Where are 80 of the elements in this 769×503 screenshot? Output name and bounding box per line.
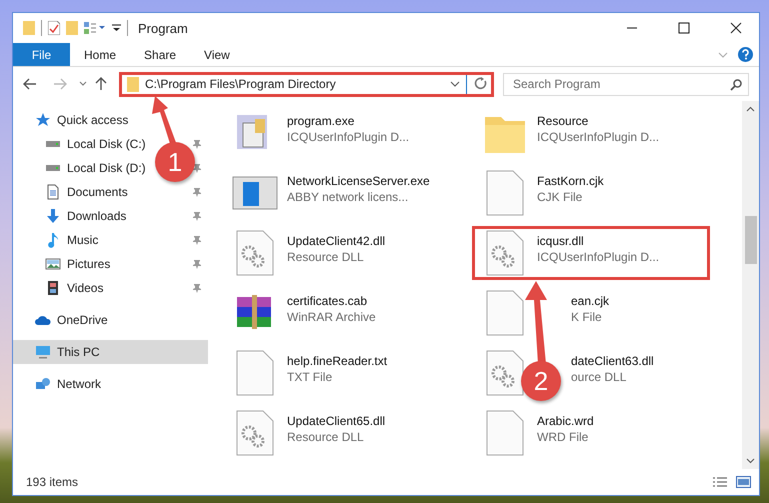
pin-icon[interactable]: [192, 235, 202, 245]
sidebar-item[interactable]: Music: [13, 228, 104, 252]
maximize-icon: [678, 22, 690, 34]
folder-icon: [127, 76, 139, 92]
file-name: FastKorn.cjk: [537, 174, 604, 188]
file-type: TXT File: [287, 370, 334, 384]
file-type: ICQUserInfoPlugin D...: [287, 130, 410, 144]
file-type: ABBY network licens...: [287, 190, 410, 204]
pin-icon[interactable]: [192, 139, 202, 149]
file-name: UpdateClient65.dll: [287, 414, 386, 428]
scroll-up-icon[interactable]: [746, 106, 755, 112]
details-view-icon[interactable]: [712, 476, 728, 488]
sidebar-item[interactable]: Quick access: [13, 108, 134, 132]
sidebar-item[interactable]: OneDrive: [13, 308, 114, 332]
refresh-icon[interactable]: [473, 77, 489, 91]
star-icon: [35, 112, 51, 128]
file-name: UpdateClient42.dll: [287, 234, 386, 248]
file-type: WRD File: [537, 430, 590, 444]
file-name: Arabic.wrd: [537, 414, 594, 428]
caret-icon[interactable]: [112, 24, 121, 32]
highlighted-file-item[interactable]: icqusr.dll ICQUserInfoPlugin D...: [472, 226, 710, 280]
address-bar[interactable]: C:\Program Files\Program Directory: [119, 72, 494, 96]
document-icon: [45, 184, 61, 200]
file-name: help.fineReader.txt: [287, 354, 388, 368]
dropdown-icon[interactable]: [450, 81, 460, 87]
scrollbar-thumb[interactable]: [744, 216, 756, 264]
search-icon: [730, 78, 742, 90]
sidebar-item[interactable]: Pictures: [13, 252, 116, 276]
file-type: CJK File: [537, 190, 584, 204]
ribbon-tab[interactable]: View: [190, 43, 244, 66]
scroll-down-icon[interactable]: [746, 458, 755, 464]
file-name: ean.cjk: [571, 294, 610, 308]
pin-icon[interactable]: [192, 163, 202, 173]
file-name: Resource: [537, 114, 590, 128]
up-button[interactable]: [93, 75, 109, 93]
item-count: 193 items: [26, 475, 80, 489]
properties-icon[interactable]: [48, 21, 60, 35]
sidebar-item[interactable]: Network: [13, 372, 108, 396]
sidebar-item[interactable]: Downloads: [13, 204, 132, 228]
sidebar-item[interactable]: This PC: [13, 340, 208, 364]
picture-icon: [45, 256, 61, 272]
sidebar-item[interactable]: Documents: [13, 180, 134, 204]
scrollbar[interactable]: [742, 101, 759, 469]
monitor-icon: [35, 344, 51, 360]
layout-icon[interactable]: [84, 22, 106, 34]
file-type: ICQUserInfoPlugin D...: [537, 130, 660, 144]
sidebar-item[interactable]: Local Disk (D:): [13, 156, 152, 180]
file-type: ICQUserInfoPlugin D...: [537, 250, 660, 264]
download-icon: [45, 208, 61, 224]
film-icon: [45, 280, 61, 296]
close-icon: [730, 22, 742, 34]
ribbon-tab[interactable]: File: [13, 43, 70, 66]
search-field[interactable]: Search Program: [503, 72, 749, 96]
sidebar-item[interactable]: Local Disk (C:): [13, 132, 152, 156]
pin-icon[interactable]: [192, 211, 202, 221]
minimize-icon: [626, 27, 638, 29]
pin-icon[interactable]: [192, 283, 202, 293]
file-type: Resource DLL: [287, 430, 365, 444]
file-name: dateClient63.dll: [571, 354, 654, 368]
file-type: K File: [571, 310, 603, 324]
back-button[interactable]: [21, 76, 39, 92]
file-type: ource DLL: [571, 370, 628, 384]
file-name: icqusr.dll: [537, 234, 585, 248]
ribbon-tab[interactable]: Home: [70, 43, 130, 66]
network-icon: [35, 376, 51, 392]
file-type: Resource DLL: [287, 250, 365, 264]
pin-icon[interactable]: [192, 187, 202, 197]
file-name: program.exe: [287, 114, 356, 128]
large-icons-view-icon[interactable]: [736, 476, 751, 488]
pin-icon[interactable]: [192, 259, 202, 269]
ribbon-tab[interactable]: Share: [130, 43, 190, 66]
drive-icon: [45, 164, 61, 172]
music-note-icon: [45, 232, 61, 248]
sidebar-item[interactable]: Videos: [13, 276, 110, 300]
window-title: Program: [138, 20, 189, 36]
chevron-icon: [79, 81, 87, 87]
drive-icon: [45, 140, 61, 148]
file-name: certificates.cab: [287, 294, 368, 308]
file-name: NetworkLicenseServer.exe: [287, 174, 430, 188]
file-type: WinRAR Archive: [287, 310, 376, 324]
